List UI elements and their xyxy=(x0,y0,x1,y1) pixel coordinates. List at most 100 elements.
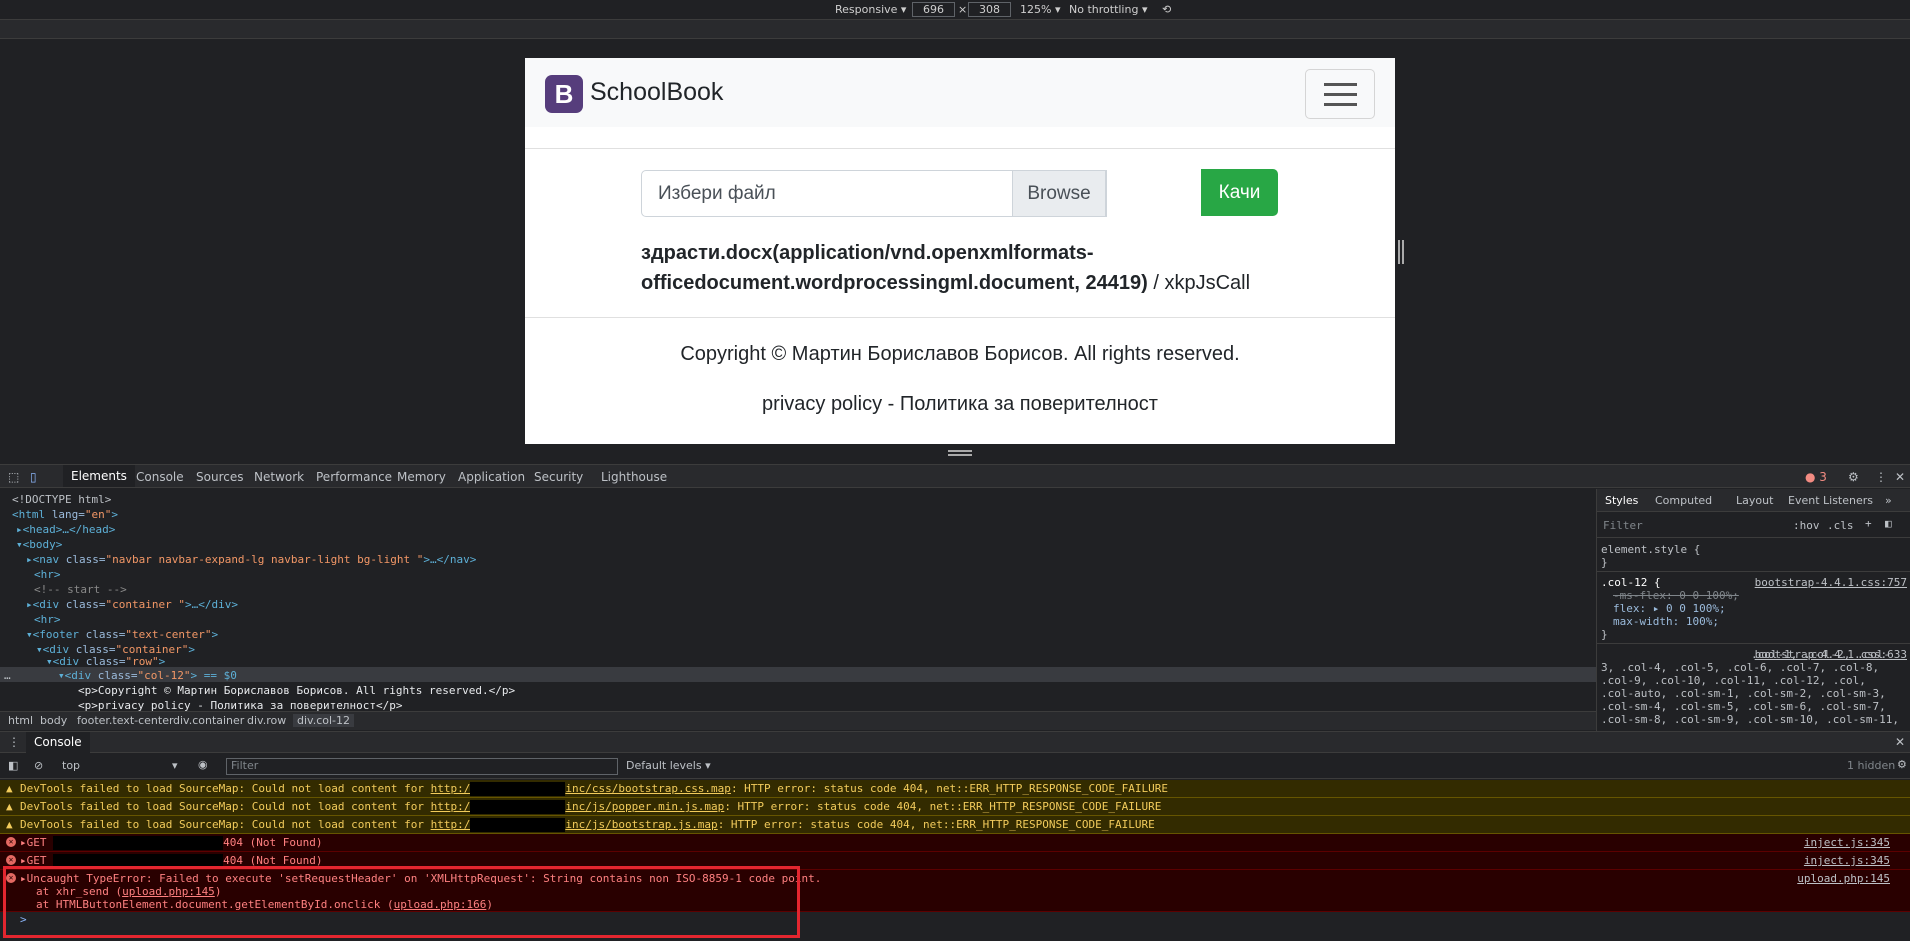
upload-button[interactable]: Качи xyxy=(1201,169,1278,216)
dom-val: "container " xyxy=(105,598,185,611)
device-toggle-icon[interactable]: ▯ xyxy=(30,470,37,484)
more-options-icon[interactable]: ⋮ xyxy=(1875,470,1887,484)
breadcrumb-item[interactable]: body xyxy=(40,714,67,727)
dom-line[interactable]: <p>Copyright © Мартин Бориславов Борисов… xyxy=(78,684,515,697)
tab-sources[interactable]: Sources xyxy=(196,470,243,484)
resize-handle-right[interactable] xyxy=(1398,240,1404,264)
eye-icon[interactable]: ◉ xyxy=(198,758,208,771)
dom-line[interactable]: <hr> xyxy=(34,568,61,581)
browse-button[interactable]: Browse xyxy=(1012,170,1106,217)
add-rule-icon[interactable]: + xyxy=(1865,517,1872,530)
context-select[interactable]: top ▾ xyxy=(62,759,182,772)
dom-tag: >…</nav> xyxy=(423,553,477,566)
error-badge[interactable]: ● 3 xyxy=(1805,470,1827,484)
tab-styles[interactable]: Styles xyxy=(1605,494,1638,507)
dom-line-selected[interactable]: ▾<div class="col-12"> == $0 xyxy=(58,669,237,682)
warning-link[interactable]: inc/js/popper.min.js.map xyxy=(565,800,724,813)
error-source-link[interactable]: upload.php:145 xyxy=(1797,872,1890,885)
log-levels-select[interactable]: Default levels ▾ xyxy=(626,759,711,772)
tab-security[interactable]: Security xyxy=(534,470,583,484)
emulated-page: B SchoolBook Избери файл Browse Качи здр… xyxy=(525,58,1395,444)
resize-handle-bottom[interactable] xyxy=(948,450,972,456)
viewport-width-input[interactable]: 696 xyxy=(912,2,955,17)
settings-gear-icon[interactable]: ⚙ xyxy=(1848,470,1859,484)
dom-line[interactable]: ▾<body> xyxy=(16,538,62,551)
dom-line[interactable]: ▸<div class="container ">…</div> xyxy=(26,598,238,611)
dom-line[interactable]: ▸<head>…</head> xyxy=(16,523,115,536)
console-warning[interactable]: ▲ DevTools failed to load SourceMap: Coul… xyxy=(0,780,1910,798)
tab-elements[interactable]: Elements xyxy=(63,465,135,487)
device-select[interactable]: Responsive ▾ xyxy=(835,3,906,16)
warning-link[interactable]: inc/css/bootstrap.css.map xyxy=(565,782,731,795)
close-devtools-icon[interactable]: ✕ xyxy=(1895,470,1905,484)
dom-line[interactable]: <p>privacy policy - Политика за поверите… xyxy=(78,699,403,711)
privacy-link[interactable]: privacy policy - Политика за поверително… xyxy=(525,393,1395,416)
drawer-menu-icon[interactable]: ⋮ xyxy=(8,735,20,749)
tab-console[interactable]: Console xyxy=(136,470,184,484)
breadcrumb-item[interactable]: div.container xyxy=(173,714,244,727)
sidebar-toggle-icon[interactable]: ◧ xyxy=(8,759,18,772)
selected-node-highlight xyxy=(0,667,1596,682)
navbar-toggler-button[interactable] xyxy=(1305,69,1375,119)
tab-layout[interactable]: Layout xyxy=(1736,494,1773,507)
cls-toggle[interactable]: .cls xyxy=(1827,519,1854,532)
tab-network[interactable]: Network xyxy=(254,470,304,484)
viewport-height-input[interactable]: 308 xyxy=(968,2,1011,17)
tab-lighthouse[interactable]: Lighthouse xyxy=(601,470,667,484)
dom-line[interactable]: <!DOCTYPE html> xyxy=(12,493,111,506)
tab-performance[interactable]: Performance xyxy=(316,470,392,484)
dom-comment[interactable]: <!-- start --> xyxy=(34,583,127,596)
breadcrumb-item-selected[interactable]: div.col-12 xyxy=(293,714,354,727)
more-tabs-icon[interactable]: » xyxy=(1885,494,1892,507)
ellipsis-icon[interactable]: … xyxy=(4,669,11,682)
annotation-highlight-box xyxy=(3,866,800,938)
console-warning[interactable]: ▲ DevTools failed to load SourceMap: Coul… xyxy=(0,798,1910,816)
breadcrumb-item[interactable]: div.row xyxy=(247,714,286,727)
rotate-icon[interactable]: ⟲ xyxy=(1162,3,1171,16)
rule-source-link[interactable]: bootstrap-4.4.1.css:757 xyxy=(1755,576,1907,589)
tab-application[interactable]: Application xyxy=(458,470,525,484)
brand-name[interactable]: SchoolBook xyxy=(590,78,723,107)
css-property[interactable]: -ms-flex: 0 0 100%; xyxy=(1613,589,1739,602)
warning-link[interactable]: http:/ xyxy=(431,782,471,795)
tab-computed[interactable]: Computed xyxy=(1655,494,1712,507)
error-source-link[interactable]: inject.js:345 xyxy=(1804,834,1890,851)
throttle-select[interactable]: No throttling ▾ xyxy=(1069,3,1147,16)
close-drawer-icon[interactable]: ✕ xyxy=(1895,735,1905,749)
console-error[interactable]: ✕ ▸GET 404 (Not Found) inject.js:345 xyxy=(0,834,1910,852)
bootstrap-logo-icon[interactable]: B xyxy=(545,75,583,113)
dom-line[interactable]: ▾<footer class="text-center"> xyxy=(26,628,218,641)
dom-line[interactable]: <hr> xyxy=(34,613,61,626)
console-settings-gear-icon[interactable]: ⚙ xyxy=(1897,758,1907,771)
error-icon: ✕ xyxy=(6,837,16,847)
rule-selector[interactable]: .col-1, .col-2, .col-3, .col-4, .col-5, … xyxy=(1601,648,1901,728)
result-status: / xkpJsCall xyxy=(1147,272,1251,294)
clear-console-icon[interactable]: ⊘ xyxy=(34,759,43,772)
console-filter-input[interactable]: Filter xyxy=(226,758,618,775)
breadcrumb-item[interactable]: html xyxy=(8,714,33,727)
warning-link[interactable]: http:/ xyxy=(431,800,471,813)
console-warning[interactable]: ▲ DevTools failed to load SourceMap: Coul… xyxy=(0,816,1910,834)
dom-line[interactable]: <html lang="en"> xyxy=(12,508,118,521)
rule-selector[interactable]: .col-12 { xyxy=(1601,576,1661,589)
zoom-select[interactable]: 125% ▾ xyxy=(1020,3,1060,16)
tab-event-listeners[interactable]: Event Listeners xyxy=(1788,494,1873,507)
warning-link[interactable]: inc/js/bootstrap.js.map xyxy=(565,818,717,831)
element-style-rule[interactable]: element.style { xyxy=(1601,543,1700,556)
drawer-tab-console[interactable]: Console xyxy=(26,732,90,753)
sidebar-toggle-icon[interactable]: ◧ xyxy=(1885,517,1892,530)
warning-text: : HTTP error: status code 404, net::ERR_… xyxy=(724,800,1162,813)
dom-tag: > xyxy=(188,643,195,656)
styles-filter-input[interactable]: Filter xyxy=(1603,519,1643,532)
error-source-link[interactable]: inject.js:345 xyxy=(1804,852,1890,869)
dom-line[interactable]: ▸<nav class="navbar navbar-expand-lg nav… xyxy=(26,553,476,566)
tab-memory[interactable]: Memory xyxy=(397,470,446,484)
breadcrumb-item[interactable]: footer.text-center xyxy=(77,714,174,727)
css-property[interactable]: flex: ▸ 0 0 100%; xyxy=(1613,602,1726,615)
css-property[interactable]: max-width: 100%; xyxy=(1613,615,1719,628)
inspect-icon[interactable]: ⬚ xyxy=(8,470,19,484)
file-input[interactable]: Избери файл Browse xyxy=(641,170,1107,217)
hov-toggle[interactable]: :hov xyxy=(1793,519,1820,532)
dom-line[interactable]: ▾<div class="row"> xyxy=(46,655,165,668)
warning-link[interactable]: http:/ xyxy=(431,818,471,831)
